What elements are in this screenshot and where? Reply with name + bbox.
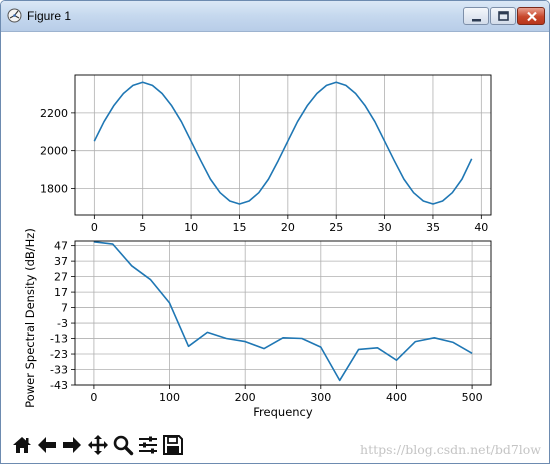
y-tick-label: 27 [54, 271, 68, 284]
forward-arrow-icon[interactable] [61, 434, 83, 456]
series-line [93, 81, 473, 205]
x-tick-label: 100 [159, 391, 180, 404]
home-icon[interactable] [11, 434, 33, 456]
figure-window: Figure 1 0 5 10 15 20 25 30 35 40 1800 2000 2200 0 10… [0, 0, 550, 464]
y-tick-label: 1800 [40, 183, 68, 196]
y-tick-label: -3 [57, 317, 68, 330]
maximize-button[interactable] [490, 7, 516, 25]
close-icon [527, 11, 537, 22]
axes-frame [74, 240, 492, 386]
window-title: Figure 1 [27, 9, 72, 23]
y-tick-label: 17 [54, 286, 68, 299]
y-tick-label: 2000 [40, 145, 68, 158]
x-tick-label: 15 [232, 221, 246, 234]
save-icon[interactable] [162, 434, 184, 456]
y-tick-label: 2200 [40, 107, 68, 120]
series-line [93, 241, 473, 382]
y-tick-label: -43 [50, 379, 68, 392]
back-arrow-icon[interactable] [36, 434, 58, 456]
x-tick-label: 35 [426, 221, 440, 234]
y-tick-label: 7 [61, 302, 68, 315]
x-axis-label: Frequency [253, 405, 313, 419]
pan-icon[interactable] [87, 434, 109, 456]
x-tick-label: 400 [386, 391, 407, 404]
x-tick-label: 10 [184, 221, 198, 234]
y-tick-label: 47 [54, 240, 68, 253]
minimize-button[interactable] [463, 7, 489, 25]
navigation-toolbar: https://blog.csdn.net/bd7low [1, 430, 549, 463]
x-tick-label: 40 [474, 221, 488, 234]
axes-frame [74, 74, 492, 216]
app-icon [7, 8, 22, 23]
minimize-icon [472, 19, 481, 22]
figure-canvas[interactable]: 0 5 10 15 20 25 30 35 40 1800 2000 2200 0 100 200 300 40… [1, 32, 549, 430]
x-tick-label: 0 [91, 221, 98, 234]
x-tick-label: 300 [310, 391, 331, 404]
maximize-icon [498, 11, 509, 21]
y-tick-label: -13 [50, 333, 68, 346]
figure-plot-svg: 0 5 10 15 20 25 30 35 40 1800 2000 2200 0 100 200 300 40… [23, 74, 492, 419]
title-bar[interactable]: Figure 1 [1, 1, 549, 32]
configure-subplots-icon[interactable] [137, 434, 159, 456]
zoom-icon[interactable] [112, 434, 134, 456]
y-tick-label: -33 [50, 364, 68, 377]
x-tick-label: 30 [378, 221, 392, 234]
close-button[interactable] [517, 7, 545, 25]
x-tick-label: 500 [462, 391, 483, 404]
x-tick-label: 5 [139, 221, 146, 234]
x-tick-label: 200 [235, 391, 256, 404]
y-tick-label: -23 [50, 348, 68, 361]
x-tick-label: 0 [90, 391, 97, 404]
watermark-text: https://blog.csdn.net/bd7low [360, 442, 541, 457]
x-tick-label: 20 [281, 221, 295, 234]
x-tick-label: 25 [329, 221, 343, 234]
y-axis-label: Power Spectral Density (dB/Hz) [23, 228, 37, 408]
y-tick-label: 37 [54, 255, 68, 268]
